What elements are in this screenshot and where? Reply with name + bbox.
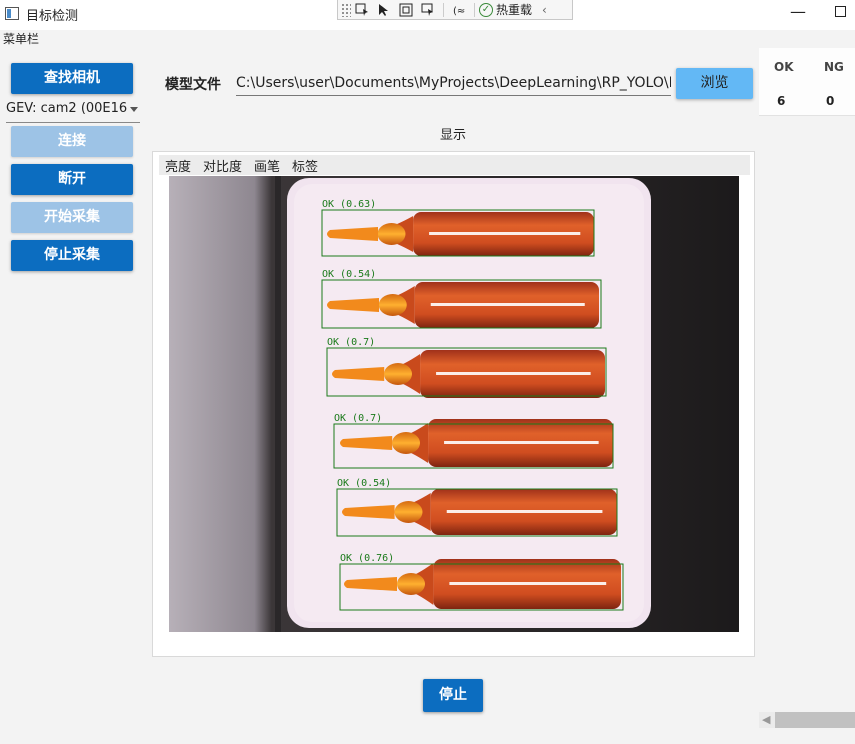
detection-label: OK (0.54) [337, 478, 391, 489]
title-bar: 目标检测 (≈) ✓ 热重载 ‹ — [0, 0, 855, 30]
ampoule-highlight [444, 441, 599, 444]
detection-label: OK (0.7) [334, 413, 382, 424]
ampoule-bulb [378, 294, 407, 316]
start-capture-button[interactable]: 开始采集 [11, 202, 133, 233]
ok-count: 6 [777, 94, 786, 108]
ampoule-highlight [429, 232, 581, 235]
binding-failures-icon[interactable]: (≈) [448, 1, 470, 19]
scroll-left-icon[interactable]: ◀ [762, 713, 770, 726]
stop-capture-button[interactable]: 停止采集 [11, 240, 133, 271]
camera-image[interactable]: OK (0.63) OK (0.54) OK (0.7) OK (0.7) OK (0.… [169, 176, 739, 632]
ok-header: OK [774, 60, 794, 74]
detection-label: OK (0.54) [322, 269, 376, 280]
track-focused-element-icon[interactable] [417, 1, 439, 19]
display-layout-adorners-icon[interactable] [395, 1, 417, 19]
toolbar-grip-icon[interactable] [341, 2, 351, 17]
toolbar-separator [474, 2, 475, 17]
camera-select-value: GEV: cam2 (00E16 [6, 101, 128, 116]
window-title: 目标检测 [26, 9, 79, 24]
toolbar-separator [443, 2, 444, 17]
ampoule-bulb [392, 432, 420, 454]
detection-label: OK (0.76) [340, 553, 394, 564]
ampoule-bulb [377, 223, 406, 245]
browse-button[interactable]: 浏览 [676, 68, 753, 99]
ampoule-bulb [394, 501, 423, 523]
brightness-tool[interactable]: 亮度 [165, 156, 191, 175]
ampoule-highlight [446, 510, 603, 513]
display-panel: 亮度 对比度 画笔 标签 OK (0.63) OK (0.54) OK (0.7… [152, 151, 755, 657]
ampoule-highlight [436, 372, 591, 375]
collapse-toolbar-icon[interactable]: ‹ [542, 3, 547, 17]
detection-label: OK (0.63) [322, 199, 376, 210]
annotate-tool[interactable]: 标签 [292, 156, 318, 175]
minimize-button[interactable]: — [788, 2, 808, 22]
result-stats: OK NG 6 0 [759, 48, 855, 116]
svg-text:(≈): (≈) [453, 6, 466, 17]
ng-count: 0 [826, 94, 835, 108]
hot-reload-check-icon: ✓ [479, 2, 493, 17]
model-path-field[interactable]: C:\Users\user\Documents\MyProjects\DeepL… [236, 72, 671, 96]
stop-button[interactable]: 停止 [423, 679, 483, 712]
scroll-thumb[interactable] [775, 712, 855, 728]
chevron-down-icon [130, 107, 138, 112]
select-element-icon[interactable] [373, 1, 395, 19]
horizontal-scrollbar[interactable]: ◀ [759, 712, 855, 728]
disconnect-button[interactable]: 断开 [11, 164, 133, 195]
image-toolbar: 亮度 对比度 画笔 标签 [159, 155, 750, 175]
connect-button[interactable]: 连接 [11, 126, 133, 157]
display-label: 显示 [440, 128, 467, 143]
ampoule-highlight [449, 582, 607, 585]
ng-header: NG [824, 60, 844, 74]
hot-reload-label: 热重载 [496, 3, 533, 17]
menu-bar[interactable]: 菜单栏 [0, 30, 855, 48]
brush-tool[interactable]: 画笔 [254, 156, 280, 175]
hot-reload-status[interactable]: ✓ 热重载 [479, 1, 532, 18]
ampoule-bulb [384, 363, 412, 385]
live-visual-tree-icon[interactable] [351, 1, 373, 19]
detection-label: OK (0.7) [327, 337, 375, 348]
maximize-button[interactable] [835, 6, 846, 17]
ampoule-bulb [397, 573, 425, 595]
ampoule-highlight [430, 303, 585, 306]
app-icon [5, 7, 19, 20]
find-camera-button[interactable]: 查找相机 [11, 63, 133, 94]
camera-select[interactable]: GEV: cam2 (00E16 [6, 97, 140, 123]
contrast-tool[interactable]: 对比度 [203, 156, 242, 175]
model-file-label: 模型文件 [165, 77, 221, 93]
debug-toolbar: (≈) ✓ 热重载 ‹ [337, 0, 573, 20]
